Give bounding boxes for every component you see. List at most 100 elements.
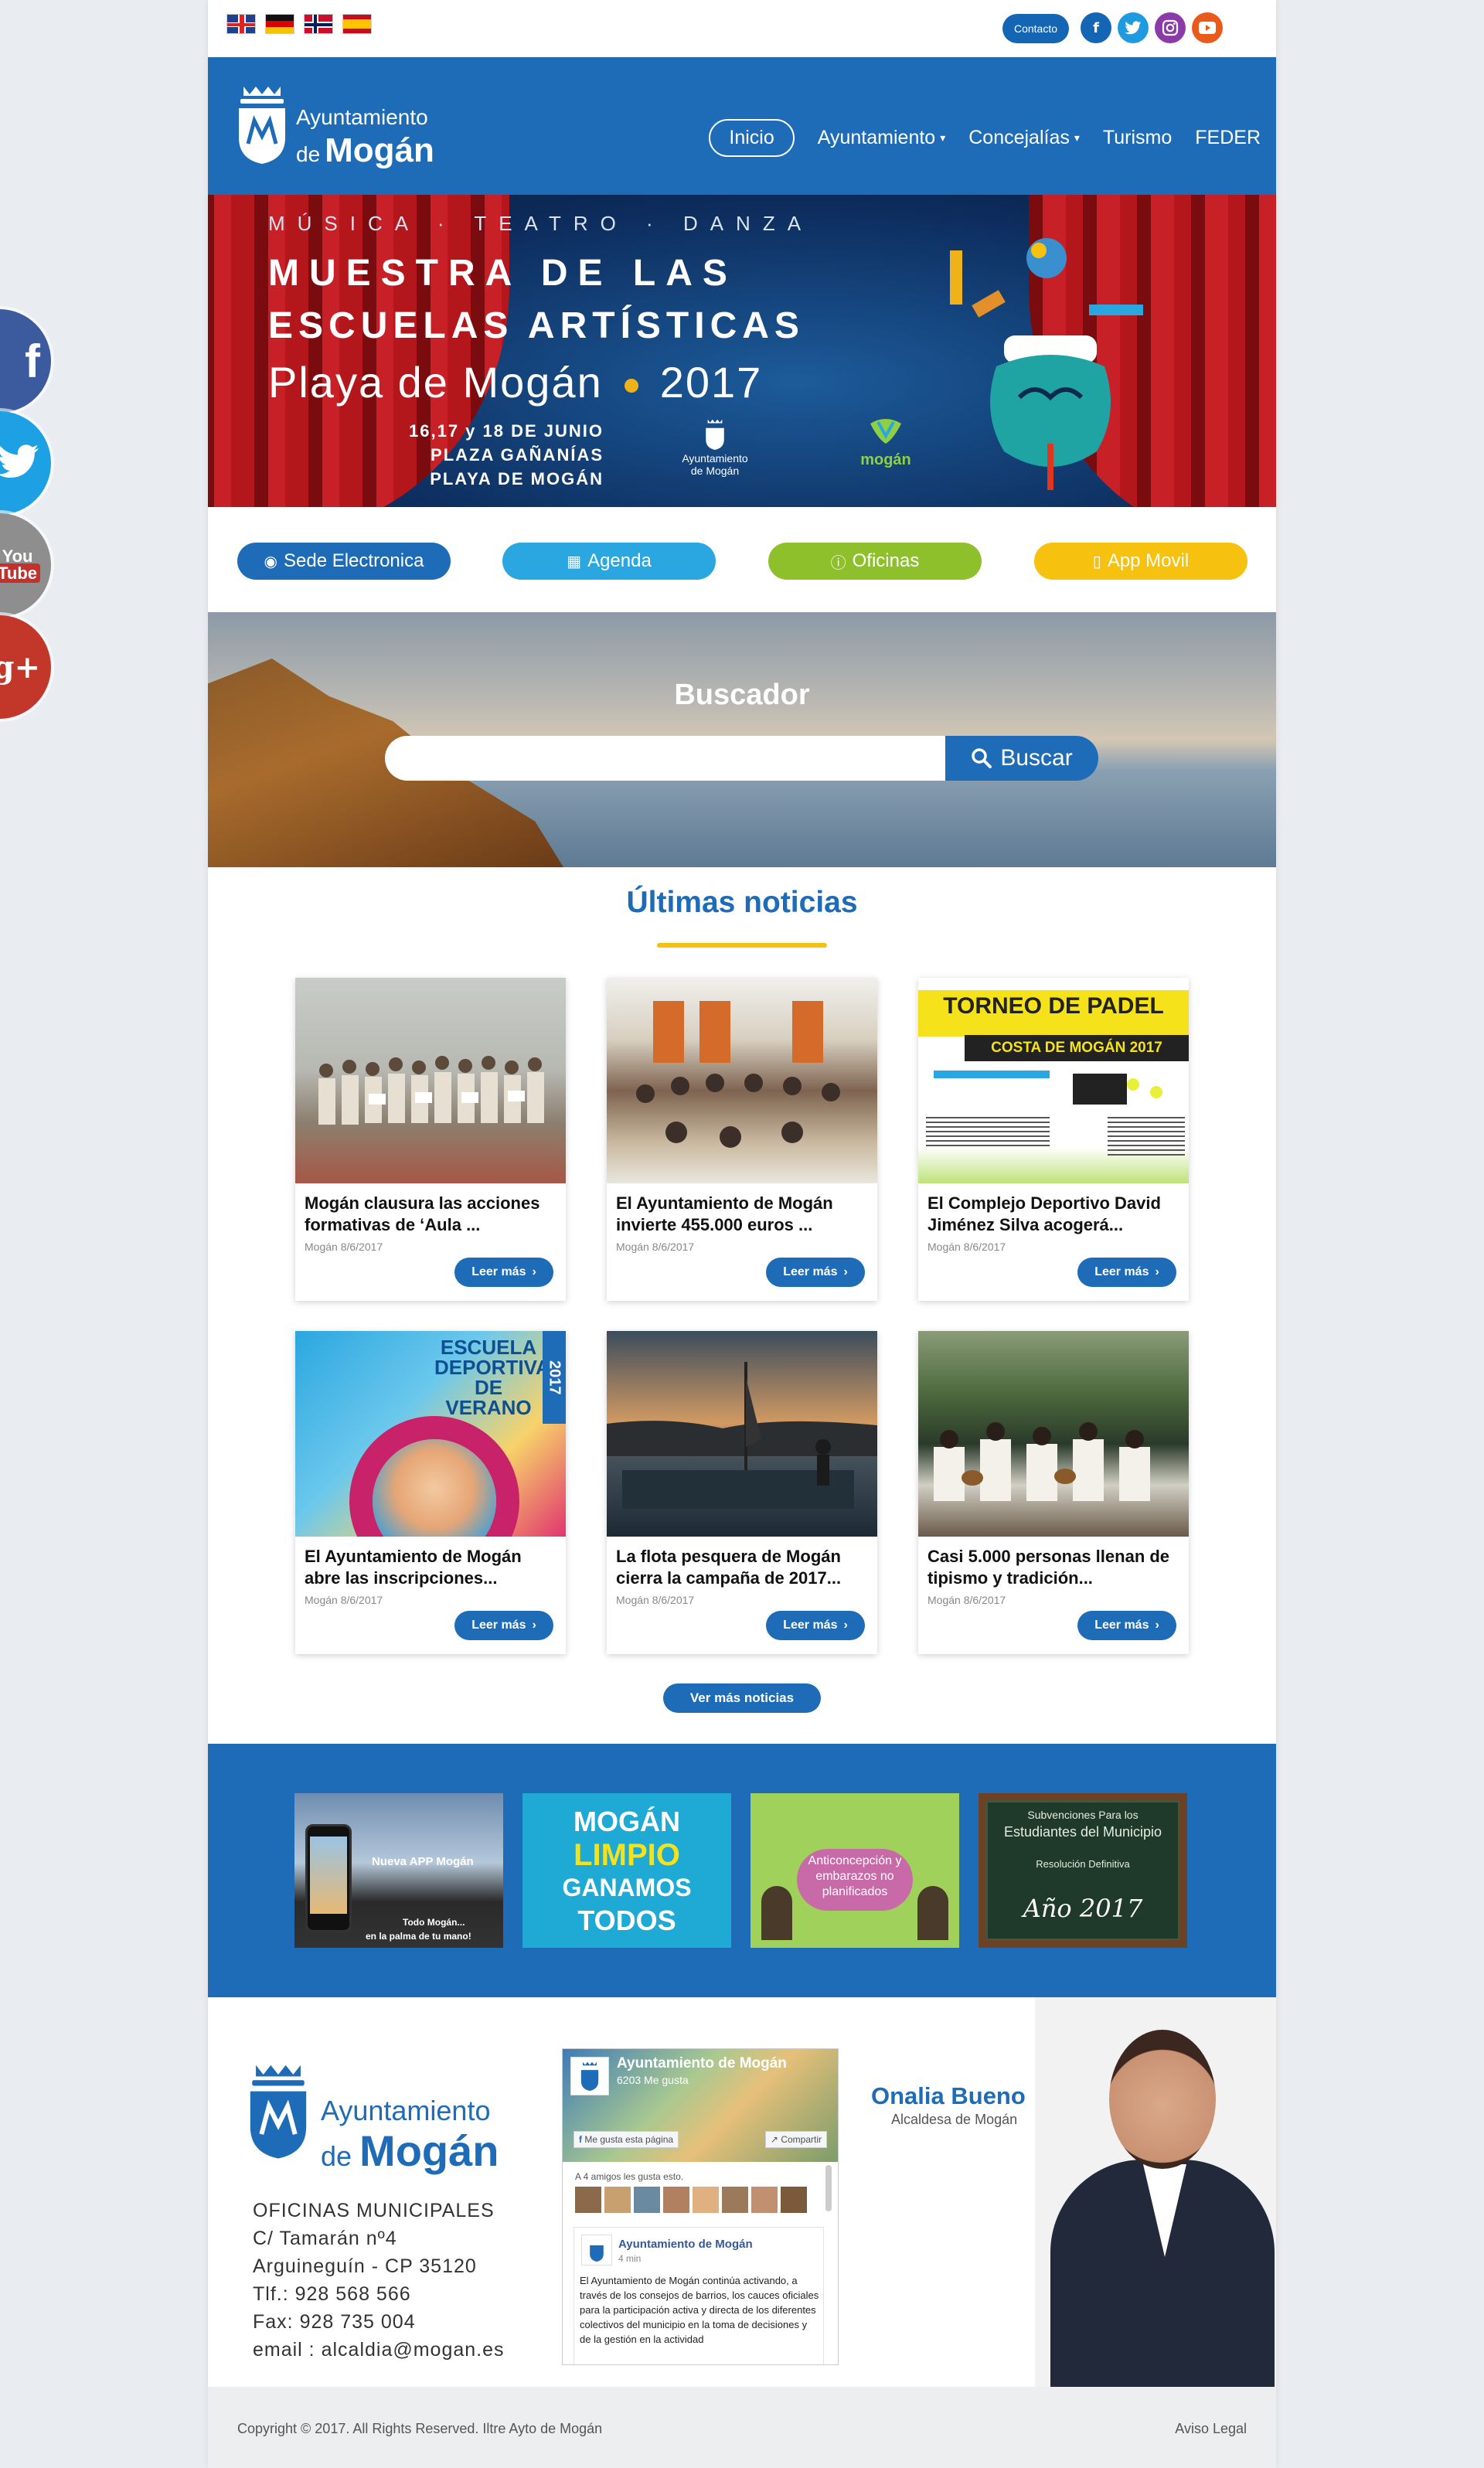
nav-turismo[interactable]: Turismo bbox=[1103, 127, 1172, 149]
footer: Ayuntamiento de Mogán OFICINAS MUNICIPALE… bbox=[208, 1997, 1276, 2387]
side-twitter-button[interactable] bbox=[0, 411, 51, 515]
fb-like-button[interactable]: f Me gusta esta página bbox=[574, 2131, 679, 2148]
facebook-icon: f bbox=[25, 335, 40, 387]
youtube-icon[interactable] bbox=[1192, 12, 1223, 43]
read-more-button[interactable]: Leer más › bbox=[1077, 1258, 1176, 1287]
news-title[interactable]: Mogán clausura las acciones formativas d… bbox=[305, 1193, 556, 1236]
search-button[interactable]: Buscar bbox=[945, 736, 1098, 781]
news-card[interactable]: La flota pesquera de Mogán cierra la cam… bbox=[607, 1331, 877, 1654]
facebook-page-widget[interactable]: Ayuntamiento de Mogán 6203 Me gusta f Me… bbox=[562, 2048, 839, 2365]
app-tagline-1: Todo Mogán... bbox=[403, 1917, 465, 1928]
fb-share-button[interactable]: ↗ Compartir bbox=[764, 2131, 827, 2148]
fb-post-avatar bbox=[581, 2235, 612, 2265]
twitter-icon[interactable] bbox=[1118, 12, 1149, 43]
nav-inicio[interactable]: Inicio bbox=[709, 119, 795, 157]
fb-page-name[interactable]: Ayuntamiento de Mogán bbox=[617, 2055, 787, 2072]
promo-app-mogan[interactable]: Nueva APP Mogán Todo Mogán... en la palm… bbox=[294, 1793, 503, 1948]
news-date: Mogán 8/6/2017 bbox=[928, 1241, 1006, 1253]
twitter-icon bbox=[0, 437, 40, 490]
news-title[interactable]: El Ayuntamiento de Mogán abre las inscri… bbox=[305, 1546, 556, 1589]
read-more-button[interactable]: Leer más › bbox=[766, 1258, 865, 1287]
agenda-button[interactable]: ▦ Agenda bbox=[502, 543, 716, 580]
fb-friends-text: A 4 amigos les gusta esto. bbox=[575, 2171, 684, 2182]
escuela-year: 2017 bbox=[543, 1331, 566, 1424]
fb-post-author[interactable]: Ayuntamiento de Mogán bbox=[618, 2238, 753, 2251]
news-image[interactable]: ESCUELA DEPORTIVA DE VERANO 2017 bbox=[295, 1331, 566, 1537]
flag-de-icon[interactable] bbox=[265, 14, 294, 34]
youtube-icon: You Tube bbox=[0, 548, 40, 583]
news-title[interactable]: El Complejo Deportivo David Jiménez Silv… bbox=[928, 1193, 1179, 1236]
contact-button[interactable]: Contacto bbox=[1002, 14, 1069, 43]
promo-anticoncepcion[interactable]: Anticoncepción y embarazos no planificad… bbox=[751, 1793, 959, 1948]
news-title[interactable]: La flota pesquera de Mogán cierra la cam… bbox=[616, 1546, 868, 1589]
nav-ayuntamiento[interactable]: Ayuntamiento ▾ bbox=[818, 127, 945, 149]
news-image[interactable] bbox=[918, 1331, 1189, 1537]
read-more-button[interactable]: Leer más › bbox=[454, 1611, 553, 1640]
sede-electronica-button[interactable]: ◉ Sede Electronica bbox=[237, 543, 451, 580]
news-image[interactable] bbox=[295, 978, 566, 1183]
footer-logo[interactable]: Ayuntamiento de Mogán bbox=[247, 2059, 540, 2175]
news-date: Mogán 8/6/2017 bbox=[305, 1241, 383, 1253]
chevron-right-icon: › bbox=[1155, 1265, 1159, 1278]
side-youtube-button[interactable]: You Tube bbox=[0, 513, 51, 617]
quick-links: ◉ Sede Electronica ▦ Agenda ⓘ Oficinas ▯ App… bbox=[208, 507, 1276, 612]
news-card[interactable]: ESCUELA DEPORTIVA DE VERANO 2017 El Ayun… bbox=[295, 1331, 566, 1654]
site-logo[interactable]: Ayuntamiento de Mogán bbox=[236, 79, 460, 170]
subv-text-2: Estudiantes del Municipio bbox=[1003, 1824, 1162, 1840]
social-links: f bbox=[1081, 12, 1223, 43]
instagram-icon[interactable] bbox=[1155, 12, 1186, 43]
banner-title-line1: MUESTRA DE LAS bbox=[268, 253, 737, 294]
limpio-text-4: TODOS bbox=[577, 1905, 676, 1936]
address-email[interactable]: email : alcaldia@mogan.es bbox=[253, 2336, 505, 2364]
facebook-icon[interactable]: f bbox=[1081, 12, 1111, 43]
news-title[interactable]: Casi 5.000 personas llenan de tipismo y … bbox=[928, 1546, 1179, 1589]
read-more-button[interactable]: Leer más › bbox=[454, 1258, 553, 1287]
flag-no-icon[interactable] bbox=[304, 14, 333, 34]
news-image[interactable] bbox=[607, 1331, 877, 1537]
chevron-right-icon: › bbox=[1155, 1619, 1159, 1632]
news-card[interactable]: El Ayuntamiento de Mogán invierte 455.00… bbox=[607, 978, 877, 1301]
address-line: OFICINAS MUNICIPALES bbox=[253, 2200, 495, 2221]
app-tagline-2: en la palma de tu mano! bbox=[366, 1931, 471, 1942]
oficinas-button[interactable]: ⓘ Oficinas bbox=[768, 543, 982, 580]
nav-concejalias[interactable]: Concejalías ▾ bbox=[968, 127, 1080, 149]
fb-scrollbar[interactable] bbox=[825, 2165, 832, 2211]
chevron-right-icon: › bbox=[843, 1619, 848, 1632]
side-google-plus-button[interactable]: g+ bbox=[0, 615, 51, 719]
news-card[interactable]: Mogán clausura las acciones formativas d… bbox=[295, 978, 566, 1301]
flag-en-icon[interactable] bbox=[226, 14, 256, 34]
read-more-button[interactable]: Leer más › bbox=[1077, 1611, 1176, 1640]
anticon-text: Anticoncepción y embarazos no planificad… bbox=[808, 1854, 902, 1898]
hero-banner[interactable]: MÚSICA · TEATRO · DANZA MUESTRA DE LAS E… bbox=[208, 195, 1276, 507]
search-input[interactable] bbox=[385, 736, 948, 781]
news-card[interactable]: TORNEO DE PADEL COSTA DE MOGÁN 2017 El C… bbox=[918, 978, 1189, 1301]
news-title[interactable]: El Ayuntamiento de Mogán invierte 455.00… bbox=[616, 1193, 868, 1236]
banner-subtitle: MÚSICA · TEATRO · DANZA bbox=[268, 212, 814, 235]
aviso-legal-link[interactable]: Aviso Legal bbox=[1175, 2421, 1247, 2437]
news-date: Mogán 8/6/2017 bbox=[616, 1241, 695, 1253]
subv-text-3: Resolución Definitiva bbox=[1036, 1858, 1130, 1870]
banner-mogan-logo: mogán bbox=[843, 416, 928, 469]
promo-mogan-limpio[interactable]: MOGÁN LIMPIO GANAMOS TODOS bbox=[522, 1793, 731, 1948]
padel-subtitle: COSTA DE MOGÁN 2017 bbox=[965, 1035, 1189, 1061]
nav-feder[interactable]: FEDER bbox=[1195, 127, 1261, 149]
logo-text-mogan: de Mogán bbox=[296, 131, 434, 169]
copyright-bar: Copyright © 2017. All Rights Reserved. I… bbox=[208, 2387, 1276, 2468]
chevron-right-icon: › bbox=[532, 1265, 536, 1278]
info-icon: ⓘ bbox=[830, 553, 846, 572]
flag-es-icon[interactable] bbox=[342, 14, 372, 34]
more-news-button[interactable]: Ver más noticias bbox=[663, 1683, 821, 1713]
footer-logo-line2: de Mogán bbox=[321, 2126, 499, 2175]
fb-like-count: 6203 Me gusta bbox=[617, 2074, 689, 2086]
side-facebook-button[interactable]: f bbox=[0, 309, 51, 413]
app-movil-button[interactable]: ▯ App Movil bbox=[1034, 543, 1247, 580]
banner-date: 16,17 y 18 DE JUNIO PLAZA GAÑANÍAS PLAYA… bbox=[409, 421, 604, 488]
promo-subvenciones[interactable]: Subvenciones Para los Estudiantes del Mu… bbox=[979, 1793, 1187, 1948]
news-image[interactable] bbox=[607, 978, 877, 1183]
news-image[interactable]: TORNEO DE PADEL COSTA DE MOGÁN 2017 bbox=[918, 978, 1189, 1183]
news-card[interactable]: Casi 5.000 personas llenan de tipismo y … bbox=[918, 1331, 1189, 1654]
limpio-text-3: GANAMOS bbox=[562, 1874, 692, 1901]
padel-title: TORNEO DE PADEL bbox=[943, 993, 1164, 1019]
read-more-button[interactable]: Leer más › bbox=[766, 1611, 865, 1640]
subv-text-4: Año 2017 bbox=[1023, 1894, 1143, 1923]
